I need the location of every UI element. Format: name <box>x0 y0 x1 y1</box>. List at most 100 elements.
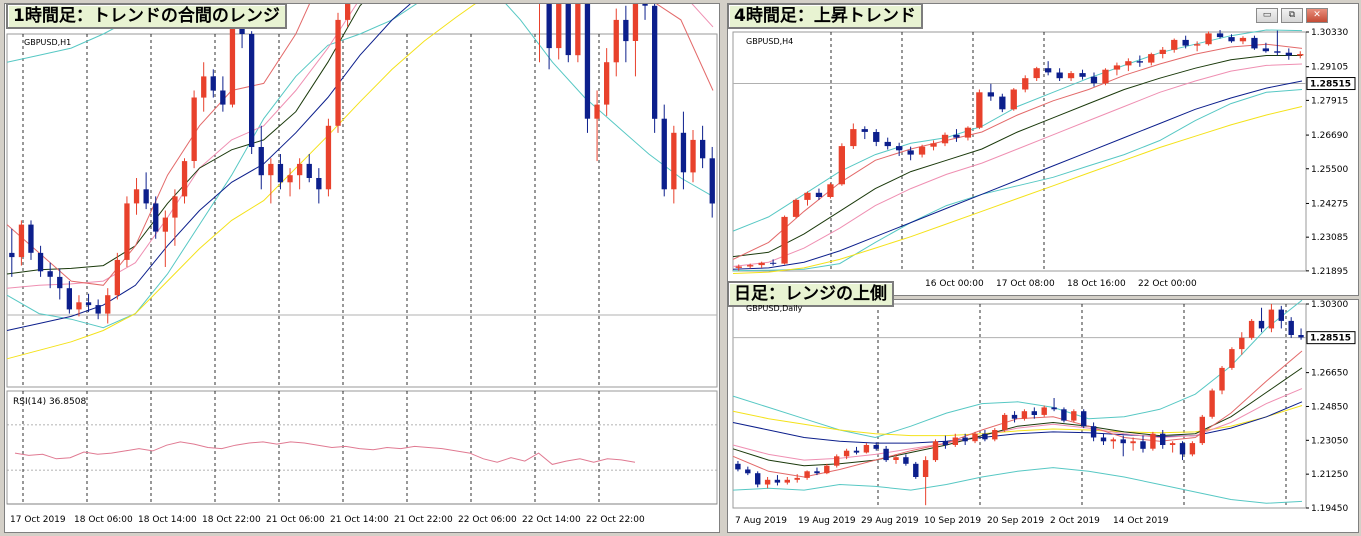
price-tag-label: 1.28515 <box>1310 334 1351 344</box>
candle-body <box>37 252 44 272</box>
y-tick-label: 1.21895 <box>1311 267 1348 277</box>
candle-body <box>942 441 949 446</box>
candle-body <box>632 4 639 42</box>
candle-body <box>1002 414 1008 430</box>
candle-body <box>770 262 777 264</box>
candle-body <box>1159 49 1166 54</box>
candle-body <box>700 139 706 159</box>
candle-body <box>297 163 303 176</box>
candle-body <box>1182 39 1189 46</box>
h1-title: 1時間足：トレンドの合間のレンジ <box>6 3 287 29</box>
candle-body <box>642 4 648 6</box>
h4-symbol-label: GBPUSD,H4 <box>746 37 794 46</box>
candle-body <box>709 158 715 204</box>
y-tick-label: 1.30330 <box>1311 28 1348 38</box>
candle-body <box>827 184 834 197</box>
h1-chart-svg[interactable]: 17 Oct 2019 18 Oct 06:00 18 Oct 14:00 18 Oc… <box>5 4 719 532</box>
candle-body <box>976 92 983 128</box>
close-button[interactable]: ✕ <box>1306 8 1328 23</box>
candle-body <box>1022 78 1029 90</box>
x-tick-label: 29 Aug 2019 <box>861 516 919 526</box>
candle-body <box>907 150 914 155</box>
candle-body <box>1102 69 1109 84</box>
x-tick-label: 10 Sep 2019 <box>924 516 981 526</box>
candle-body <box>1219 367 1225 391</box>
candle-body <box>604 62 610 105</box>
restore-button[interactable]: ⧉ <box>1281 8 1303 23</box>
candle-body <box>1120 439 1126 444</box>
candle-body <box>794 477 800 480</box>
candle-body <box>114 259 120 296</box>
candle-body <box>652 5 658 119</box>
bollinger-upper-line <box>732 29 1303 232</box>
y-tick-label: 1.25500 <box>1311 165 1348 175</box>
candle-body <box>755 473 761 485</box>
rsi-panel <box>6 390 718 505</box>
candle-body <box>1067 73 1075 79</box>
candle-body <box>1258 320 1265 329</box>
ma-red-line <box>732 350 1303 478</box>
candle-body <box>1229 349 1235 368</box>
candle-body <box>1041 407 1047 415</box>
x-tick-label: 14 Oct 2019 <box>1113 516 1169 526</box>
x-tick-label: 17 Oct 08:00 <box>996 279 1055 289</box>
candle-body <box>201 76 207 98</box>
minimize-button[interactable]: ▭ <box>1256 8 1278 23</box>
candle-body <box>133 189 140 204</box>
candle-body <box>1090 426 1097 438</box>
h4-chart-pane: 1.30330 1.29105 1.27915 1.26690 1.25500 1.242… <box>727 3 1359 296</box>
candle-body <box>953 134 960 138</box>
candle-body <box>680 132 687 173</box>
candle-body <box>95 305 101 314</box>
ma-navy-line <box>732 80 1303 270</box>
ma-olive-line <box>732 367 1303 467</box>
candle-body <box>781 216 788 264</box>
y-tick-label: 1.21250 <box>1311 470 1348 480</box>
x-tick-label: 20 Sep 2019 <box>987 516 1044 526</box>
candle-body <box>1216 33 1224 38</box>
candle-body <box>565 4 571 56</box>
bollinger-upper-line <box>732 300 1303 439</box>
y-tick-label: 1.26690 <box>1311 131 1348 141</box>
candle-body <box>972 433 978 442</box>
daily-chart-svg[interactable]: 1.30300 1.26650 1.24850 1.23050 1.21250 1.194… <box>728 300 1358 532</box>
h1-symbol-label: GBPUSD,H1 <box>24 38 72 47</box>
candle-body <box>814 471 820 474</box>
candle-body <box>853 450 860 453</box>
candle-body <box>556 4 562 49</box>
candle-body <box>804 192 811 200</box>
candle-body <box>1268 309 1275 329</box>
candle-body <box>1110 439 1116 442</box>
candle-body <box>850 129 857 147</box>
candle-body <box>1061 409 1067 421</box>
candle-body <box>76 302 82 310</box>
candle-body <box>335 19 341 126</box>
candle-body <box>1051 407 1057 410</box>
candle-body <box>941 134 949 144</box>
h4-chart-svg[interactable]: 1.30330 1.29105 1.27915 1.26690 1.25500 1.242… <box>728 4 1358 295</box>
candle-body <box>1160 433 1166 445</box>
candle-body <box>661 118 667 190</box>
candle-body <box>594 104 600 119</box>
candle-body <box>815 192 823 197</box>
candle-body <box>764 479 771 485</box>
h1-chart-pane: 17 Oct 2019 18 Oct 06:00 18 Oct 14:00 18 Oc… <box>4 3 720 533</box>
candle-body <box>1209 390 1215 417</box>
y-tick-label: 1.24850 <box>1311 402 1348 412</box>
y-tick-label: 1.19450 <box>1311 504 1348 514</box>
candle-body <box>1248 320 1255 338</box>
plot-frame <box>732 303 1307 509</box>
candle-body <box>1171 39 1178 50</box>
x-tick-label: 22 Oct 22:00 <box>586 515 645 525</box>
price-tag-label: 1.28515 <box>1310 80 1351 90</box>
candle-body <box>745 469 751 474</box>
plot-frame <box>732 31 1307 272</box>
x-tick-label: 2 Oct 2019 <box>1050 516 1100 526</box>
candle-body <box>277 163 284 183</box>
ma-red-line <box>6 4 714 286</box>
ma-red-line <box>732 43 1303 260</box>
candle-body <box>913 463 919 477</box>
candle-body <box>1130 441 1136 444</box>
candle-body <box>1045 68 1052 73</box>
candle-body <box>1194 44 1201 46</box>
